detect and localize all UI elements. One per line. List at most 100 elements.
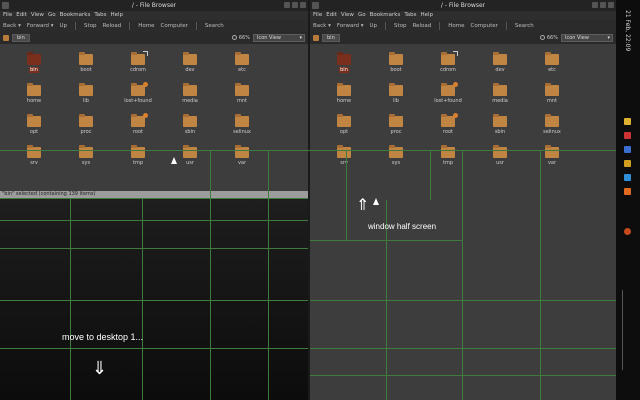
back-button[interactable]: Back ▾ <box>3 20 21 32</box>
folder-item[interactable]: proc <box>60 114 112 145</box>
minimize-icon[interactable] <box>284 2 290 8</box>
path-crumb-bin[interactable]: bin <box>12 34 30 42</box>
tray-applet-icon[interactable] <box>624 160 631 167</box>
home-button[interactable]: Home <box>138 20 154 32</box>
menu-tabs[interactable]: Tabs <box>404 11 416 20</box>
folder-item[interactable]: mnt <box>216 83 268 114</box>
tray-applet-icon[interactable] <box>624 118 631 125</box>
menu-help[interactable]: Help <box>111 11 124 20</box>
menu-tabs[interactable]: Tabs <box>94 11 106 20</box>
close-icon[interactable] <box>608 2 614 8</box>
zoom-control[interactable]: 66% <box>231 34 250 42</box>
folder-icon <box>337 52 351 65</box>
folder-icon <box>27 145 41 158</box>
computer-button[interactable]: Computer <box>161 20 188 32</box>
view-mode-select[interactable]: Icon View ▾ <box>253 34 305 42</box>
menu-bookmarks[interactable]: Bookmarks <box>370 11 401 20</box>
folder-label: opt <box>29 129 39 135</box>
search-button[interactable]: Search <box>515 20 534 32</box>
minimize-icon[interactable] <box>592 2 598 8</box>
tray-applet-icon[interactable] <box>624 228 631 235</box>
zoom-control[interactable]: 66% <box>539 34 558 42</box>
maximize-icon[interactable] <box>600 2 606 8</box>
folder-label: usr <box>186 160 194 166</box>
folder-item[interactable]: dev <box>474 52 526 83</box>
folder-item[interactable]: root <box>112 113 164 145</box>
folder-item[interactable]: lost+found <box>422 82 474 114</box>
back-button[interactable]: Back ▾ <box>313 20 331 32</box>
menu-view[interactable]: View <box>31 11 44 20</box>
right-titlebar[interactable]: / - File Browser <box>310 0 616 11</box>
folder-item[interactable]: proc <box>370 114 422 145</box>
window-menu-icon[interactable] <box>2 2 9 9</box>
maximize-icon[interactable] <box>292 2 298 8</box>
folder-item[interactable]: opt <box>8 114 60 145</box>
folder-item[interactable]: boot <box>60 52 112 83</box>
folder-item[interactable]: boot <box>370 52 422 83</box>
path-crumb-bin[interactable]: bin <box>322 34 340 42</box>
stop-button[interactable]: Stop <box>394 20 407 32</box>
folder-item[interactable]: bin <box>8 52 60 83</box>
tray-applet-icon[interactable] <box>624 132 631 139</box>
menu-file[interactable]: File <box>313 11 322 20</box>
panel-clock[interactable]: 21 Feb, 22:09 <box>624 10 631 51</box>
close-icon[interactable] <box>300 2 306 8</box>
forward-button[interactable]: Forward ▾ <box>337 20 364 32</box>
folder-item[interactable]: media <box>474 83 526 114</box>
stop-button[interactable]: Stop <box>84 20 97 32</box>
left-file-browser-window[interactable]: / - File Browser File Edit View Go Bookm… <box>0 0 308 400</box>
menu-file[interactable]: File <box>3 11 12 20</box>
computer-button[interactable]: Computer <box>471 20 498 32</box>
search-button[interactable]: Search <box>205 20 224 32</box>
folder-item[interactable]: home <box>318 83 370 114</box>
folder-item[interactable]: lib <box>60 83 112 114</box>
menu-go[interactable]: Go <box>358 11 366 20</box>
folder-item[interactable]: cdrom <box>422 51 474 83</box>
folder-item[interactable]: lost+found <box>112 82 164 114</box>
up-button[interactable]: Up <box>370 20 378 32</box>
window-menu-icon[interactable] <box>312 2 319 9</box>
folder-item[interactable]: lib <box>370 83 422 114</box>
left-titlebar[interactable]: / - File Browser <box>0 0 308 11</box>
menu-go[interactable]: Go <box>48 11 56 20</box>
menu-view[interactable]: View <box>341 11 354 20</box>
reload-button[interactable]: Reload <box>103 20 122 32</box>
grid-line <box>210 150 211 400</box>
folder-item[interactable]: home <box>8 83 60 114</box>
folder-item[interactable]: cdrom <box>112 51 164 83</box>
folder-item[interactable]: dev <box>164 52 216 83</box>
reload-button[interactable]: Reload <box>413 20 432 32</box>
home-button[interactable]: Home <box>448 20 464 32</box>
up-button[interactable]: Up <box>60 20 68 32</box>
folder-item[interactable]: sbin <box>474 114 526 145</box>
folder-item[interactable]: mnt <box>526 83 578 114</box>
desktop-area[interactable] <box>0 198 308 400</box>
window-controls[interactable] <box>284 2 306 8</box>
right-icon-view[interactable]: bin boot cdrom dev etc home lib lost+found media… <box>310 44 616 400</box>
window-controls[interactable] <box>592 2 614 8</box>
tray-applet-icon[interactable] <box>624 146 631 153</box>
folder-item[interactable]: root <box>422 113 474 145</box>
menu-edit[interactable]: Edit <box>16 11 27 20</box>
zoom-icon[interactable] <box>539 35 545 40</box>
folder-icon <box>337 114 351 127</box>
folder-item[interactable]: selinux <box>526 114 578 145</box>
menu-bookmarks[interactable]: Bookmarks <box>60 11 91 20</box>
folder-item[interactable]: opt <box>318 114 370 145</box>
folder-item[interactable]: selinux <box>216 114 268 145</box>
tray-applet-icon[interactable] <box>624 174 631 181</box>
folder-item[interactable]: sbin <box>164 114 216 145</box>
menu-help[interactable]: Help <box>421 11 434 20</box>
forward-button[interactable]: Forward ▾ <box>27 20 54 32</box>
folder-item[interactable]: etc <box>526 52 578 83</box>
folder-item[interactable]: bin <box>318 52 370 83</box>
system-monitor-icon[interactable] <box>622 290 634 370</box>
folder-item[interactable]: etc <box>216 52 268 83</box>
location-toggle-icon[interactable] <box>313 35 319 41</box>
menu-edit[interactable]: Edit <box>326 11 337 20</box>
zoom-icon[interactable] <box>231 35 237 40</box>
view-mode-select[interactable]: Icon View ▾ <box>561 34 613 42</box>
folder-item[interactable]: media <box>164 83 216 114</box>
tray-applet-icon[interactable] <box>624 188 631 195</box>
location-toggle-icon[interactable] <box>3 35 9 41</box>
